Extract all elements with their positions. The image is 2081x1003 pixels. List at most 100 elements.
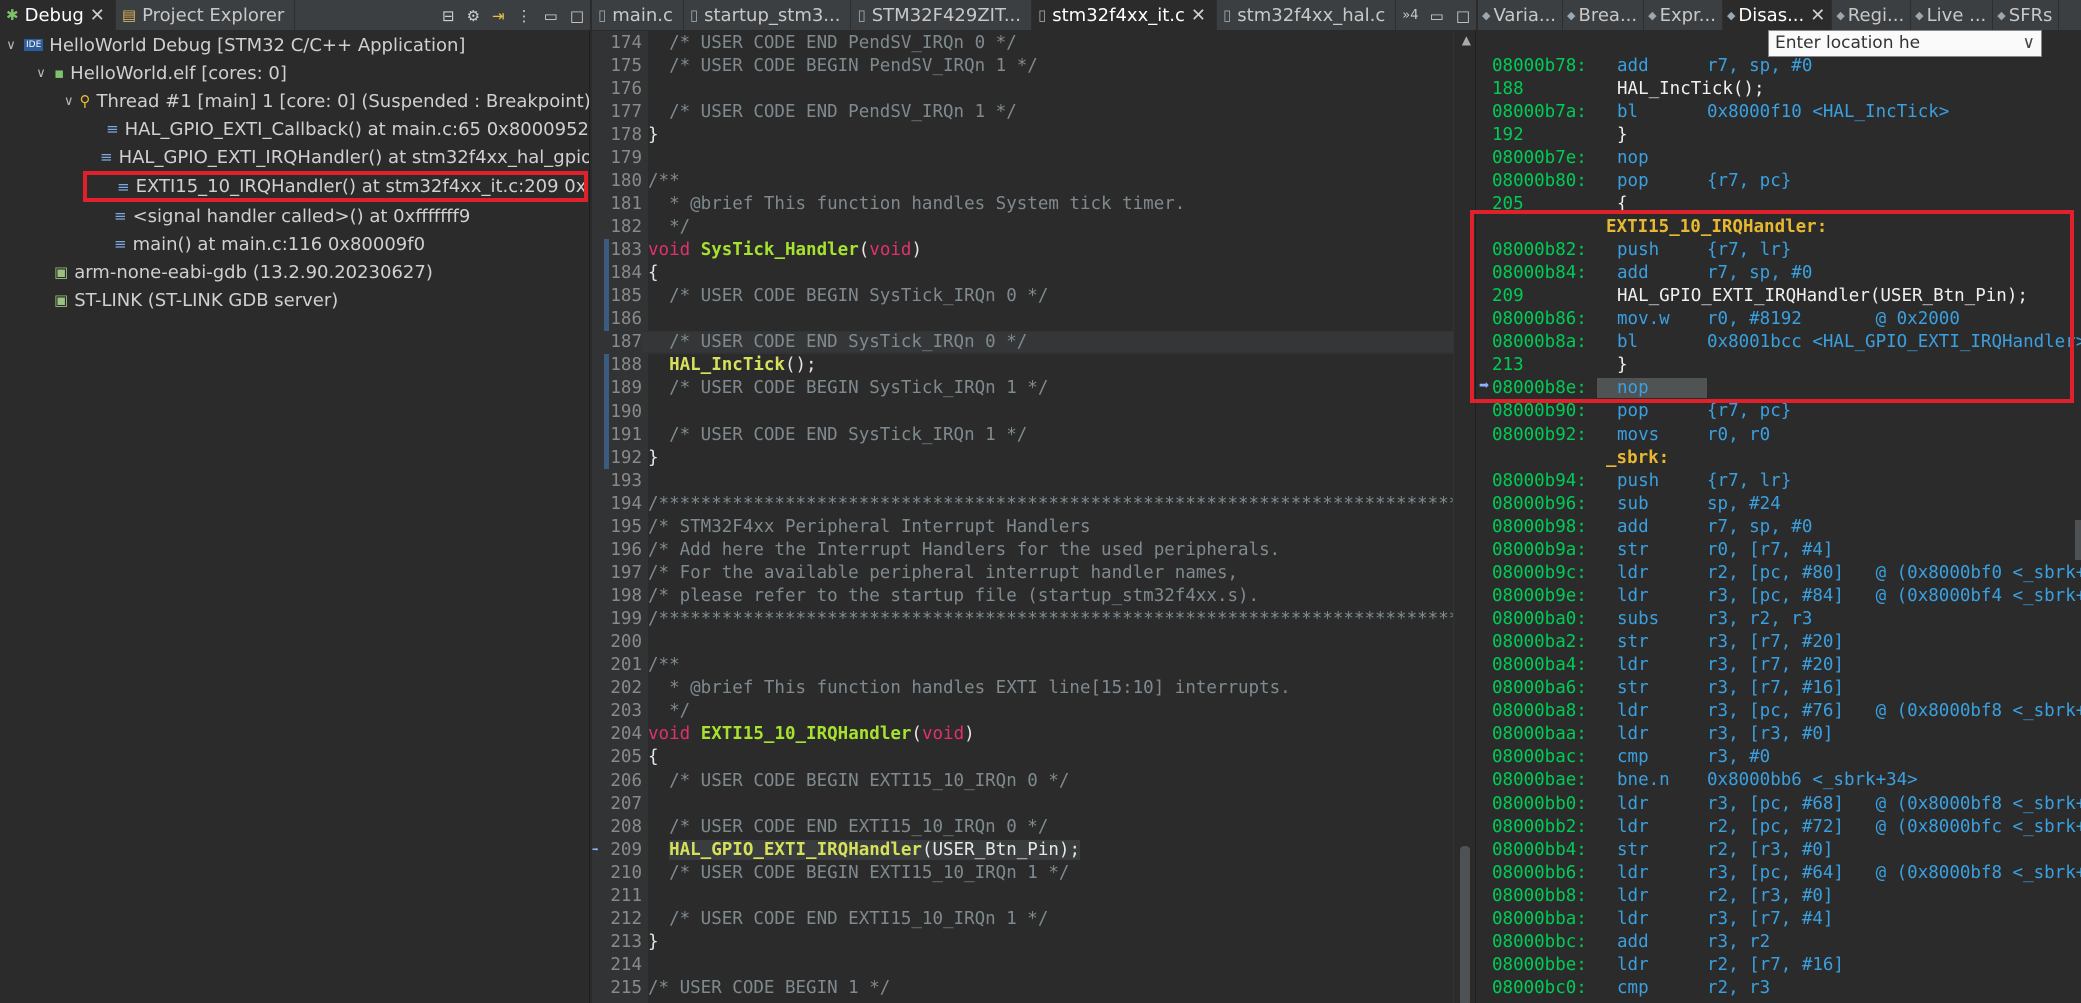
code-line[interactable]: 214 (592, 954, 1475, 977)
code-line[interactable]: 205 { (592, 746, 1475, 769)
code-line[interactable]: 208 /* USER CODE END EXTI15_10_IRQn 0 */ (592, 815, 1475, 838)
editor-tab[interactable]: ▯ stm32f4xx_it.c ✕ (1031, 0, 1217, 30)
disassembly-instruction[interactable]: 08000ba8: ldr r3, [pc, #76] @ (0x8000bf8 <… (1478, 700, 2081, 723)
code-line[interactable]: 184 { (592, 262, 1475, 285)
code-line[interactable]: 185 /* USER CODE BEGIN SysTick_IRQn 0 */ (592, 285, 1475, 308)
disassembly-instruction[interactable]: 08000bb2: ldr r2, [pc, #72] @ (0x8000bfc <… (1478, 815, 2081, 838)
location-input[interactable]: Enter location he ∨ (1768, 30, 2042, 57)
code-line[interactable]: 191 /* USER CODE END SysTick_IRQn 1 */ (592, 423, 1475, 446)
disassembly-view-tab[interactable]: ◆ Expr... (1644, 0, 1723, 30)
code-line[interactable]: 204 void EXTI15_10_IRQHandler(void) (592, 723, 1475, 746)
code-line[interactable]: 183 void SysTick_Handler(void) (592, 239, 1475, 262)
code-line[interactable]: 193 (592, 469, 1475, 492)
debug-tree-item[interactable]: ≡ <signal handler called>() at 0xfffffff9 (0, 202, 589, 230)
disassembly-instruction[interactable]: 08000b7e: nop (1478, 146, 2081, 169)
debug-tree-item[interactable]: ∨ IDE HelloWorld Debug [STM32 C/C++ Applic… (0, 31, 589, 59)
disassembly-view-tab[interactable]: ◆ Regi... (1832, 0, 1912, 30)
maximize-icon[interactable]: □ (570, 7, 584, 25)
code-line[interactable]: 180 /** (592, 169, 1475, 192)
disassembly-instruction[interactable]: 08000baa: ldr r3, [r3, #0] (1478, 723, 2081, 746)
view-menu-icon[interactable]: ⋮ (517, 7, 532, 25)
chevron-down-icon[interactable]: ∨ (4, 38, 18, 53)
code-line[interactable]: 190 (592, 400, 1475, 423)
maximize-icon[interactable]: □ (1456, 7, 1470, 25)
disassembly-instruction[interactable]: 08000b80: pop {r7, pc} (1478, 169, 2081, 192)
disassembly-instruction[interactable]: 08000ba0: subs r3, r2, r3 (1478, 608, 2081, 631)
disassembly-view-tab[interactable]: ◆ Varia... (1478, 0, 1564, 30)
disassembly-instruction[interactable]: 08000b90: pop {r7, pc} (1478, 400, 2081, 423)
code-line[interactable]: 200 (592, 631, 1475, 654)
settings-icon[interactable]: ⚙ (467, 7, 480, 25)
close-icon[interactable]: ✕ (1810, 5, 1825, 26)
code-line[interactable]: 188 HAL_IncTick(); (592, 354, 1475, 377)
tab-overflow[interactable]: »4 (1396, 0, 1428, 30)
debug-tree-item[interactable]: ≡ HAL_GPIO_EXTI_IRQHandler() at stm32f4xx… (0, 143, 589, 171)
disassembly-instruction[interactable]: 08000bbc: add r3, r2 (1478, 930, 2081, 953)
disassembly-view-tab[interactable]: ◆ Brea... (1563, 0, 1645, 30)
code-line[interactable]: 197 /* For the available peripheral inter… (592, 561, 1475, 584)
disassembly-instruction[interactable]: 08000ba6: str r3, [r7, #16] (1478, 677, 2081, 700)
disassembly-instruction[interactable]: 08000b96: sub sp, #24 (1478, 492, 2081, 515)
code-line[interactable]: 187 /* USER CODE END SysTick_IRQn 0 */ (592, 330, 1475, 354)
code-line[interactable]: 192} (592, 446, 1475, 469)
debug-tree-item[interactable]: ∨ ⚲ Thread #1 [main] 1 [core: 0] (Suspende… (0, 87, 589, 115)
tab-debug[interactable]: ✱ Debug ✕ (0, 0, 116, 30)
code-line[interactable]: 179 (592, 146, 1475, 169)
disassembly-instruction[interactable]: 08000b7a: bl 0x8000f10 <HAL_IncTick> (1478, 100, 2081, 123)
disassembly-instruction[interactable]: 08000b78: add r7, sp, #0 (1478, 54, 2081, 77)
disassembly-view-tab[interactable]: ◆ Live ... (1911, 0, 1994, 30)
code-line[interactable]: 194 /************************************… (592, 492, 1475, 515)
disassembly-instruction[interactable]: 08000b92: movs r0, r0 (1478, 423, 2081, 446)
disassembly-function-label[interactable]: _sbrk: (1478, 446, 2081, 469)
debug-tree-item[interactable]: ∨ ▪ HelloWorld.elf [cores: 0] (0, 59, 589, 87)
code-line[interactable]: 207 (592, 792, 1475, 815)
disassembly-instruction[interactable]: 08000bae: bne.n 0x8000bb6 <_sbrk+34> (1478, 769, 2081, 792)
debug-tree-item[interactable]: ▣ arm-none-eabi-gdb (13.2.90.20230627) (0, 258, 589, 286)
disassembly-source-line[interactable]: 188 HAL_IncTick(); (1478, 77, 2081, 100)
code-line[interactable]: 186 (592, 308, 1475, 331)
debug-tree-item[interactable]: ≡ main() at main.c:116 0x80009f0 (0, 230, 589, 258)
disassembly-view-tab[interactable]: ◆ SFRs (1993, 0, 2060, 30)
code-line[interactable]: 175 /* USER CODE BEGIN PendSV_IRQn 1 */ (592, 54, 1475, 77)
disassembly-instruction[interactable]: 08000b94: push {r7, lr} (1478, 469, 2081, 492)
editor-tab[interactable]: ▯ STM32F429ZIT... (851, 0, 1032, 30)
disassembly-instruction[interactable]: 08000bbe: ldr r2, [r7, #16] (1478, 953, 2081, 976)
code-line[interactable]: 174 /* USER CODE END PendSV_IRQn 0 */ (592, 31, 1475, 54)
code-line[interactable]: 198 /* please refer to the startup file (… (592, 585, 1475, 608)
code-line[interactable]: 195 /* STM32F4xx Peripheral Interrupt Han… (592, 515, 1475, 538)
disassembly-instruction[interactable]: 08000ba4: ldr r3, [r7, #20] (1478, 654, 2081, 677)
minimize-icon[interactable]: ▭ (544, 7, 558, 25)
disassembly-source-line[interactable]: 192} (1478, 123, 2081, 146)
code-line[interactable]: 182 */ (592, 216, 1475, 239)
chevron-down-icon[interactable]: ∨ (2023, 31, 2035, 56)
tab-project-explorer[interactable]: ▤ Project Explorer (116, 0, 296, 30)
code-line[interactable]: 177 /* USER CODE END PendSV_IRQn 1 */ (592, 100, 1475, 123)
disassembly-view-tab[interactable]: ◆ Disas... ✕ (1722, 0, 1833, 30)
chevron-down-icon[interactable]: ∨ (34, 66, 48, 81)
close-icon[interactable]: ✕ (90, 5, 105, 26)
close-icon[interactable]: ✕ (1191, 5, 1206, 26)
code-line[interactable]: 201 /** (592, 654, 1475, 677)
disassembly-instruction[interactable]: 08000b9e: ldr r3, [pc, #84] @ (0x8000bf4 <… (1478, 584, 2081, 607)
disassembly-instruction[interactable]: 08000bb0: ldr r3, [pc, #68] @ (0x8000bf8 <… (1478, 792, 2081, 815)
disassembly-instruction[interactable]: 08000b9c: ldr r2, [pc, #80] @ (0x8000bf0 <… (1478, 561, 2081, 584)
editor-tab[interactable]: ▯ startup_stm3... (684, 0, 852, 30)
code-line[interactable]: 202 * @brief This function handles EXTI … (592, 677, 1475, 700)
code-line[interactable]: 199 /************************************… (592, 608, 1475, 631)
disassembly-instruction[interactable]: 08000b98: add r7, sp, #0 (1478, 515, 2081, 538)
disassembly-instruction[interactable]: 08000bb4: str r2, [r3, #0] (1478, 838, 2081, 861)
step-icon[interactable]: ⇥ (492, 7, 505, 25)
code-line[interactable]: 203 */ (592, 700, 1475, 723)
disassembly-instruction[interactable]: 08000bb6: ldr r3, [pc, #64] @ (0x8000bf8 <… (1478, 861, 2081, 884)
disassembly-instruction[interactable]: 08000ba2: str r3, [r7, #20] (1478, 631, 2081, 654)
debug-tree-item[interactable]: ≡ HAL_GPIO_EXTI_Callback() at main.c:65 0… (0, 115, 589, 143)
code-line[interactable]: 181 * @brief This function handles Syste… (592, 192, 1475, 215)
chevron-down-icon[interactable]: ∨ (64, 94, 74, 109)
disassembly-instruction[interactable]: 08000bb8: ldr r2, [r3, #0] (1478, 884, 2081, 907)
code-line[interactable]: 211 (592, 884, 1475, 907)
code-line[interactable]: 189 /* USER CODE BEGIN SysTick_IRQn 1 */ (592, 377, 1475, 400)
disassembly-scroll-thumb[interactable] (2075, 520, 2081, 560)
editor-tab[interactable]: ▯ main.c (592, 0, 684, 30)
disassembly-instruction[interactable]: 08000bac: cmp r3, #0 (1478, 746, 2081, 769)
code-line[interactable]: 176 (592, 77, 1475, 100)
